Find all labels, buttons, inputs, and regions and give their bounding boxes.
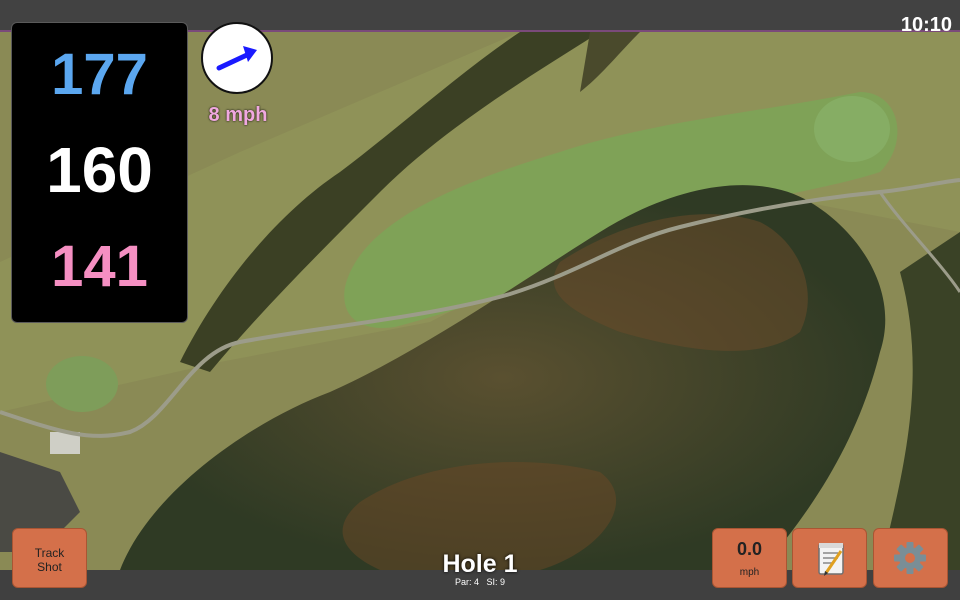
arrow-up-right-icon xyxy=(216,46,257,71)
si-label: SI: 9 xyxy=(486,577,506,587)
wind-direction-indicator xyxy=(201,22,273,94)
wind-button-value: 0.0 xyxy=(736,539,763,559)
notepad-icon xyxy=(818,543,844,576)
front-distance: 141 xyxy=(51,234,148,299)
wind-speed-button[interactable]: 0.0 mph xyxy=(712,528,787,588)
hole-info: Par: 4 SI: 9 xyxy=(380,577,580,587)
track-shot-label-line1: Track xyxy=(34,546,65,560)
track-shot-button[interactable]: Track Shot xyxy=(12,528,87,588)
hole-title: Hole 1 xyxy=(442,550,518,578)
par-label: Par: 4 xyxy=(454,577,479,587)
gear-icon xyxy=(894,542,926,574)
track-shot-label-line2: Shot xyxy=(37,560,62,574)
center-distance: 160 xyxy=(46,134,153,206)
wind-button-unit: mph xyxy=(739,567,760,578)
back-distance: 177 xyxy=(51,42,148,107)
clock: 10:10 xyxy=(900,14,952,36)
wind-speed-label: 8 mph xyxy=(208,104,268,126)
notes-button[interactable] xyxy=(792,528,867,588)
settings-button[interactable] xyxy=(873,528,948,588)
distance-panel: 177 160 141 xyxy=(11,22,188,323)
